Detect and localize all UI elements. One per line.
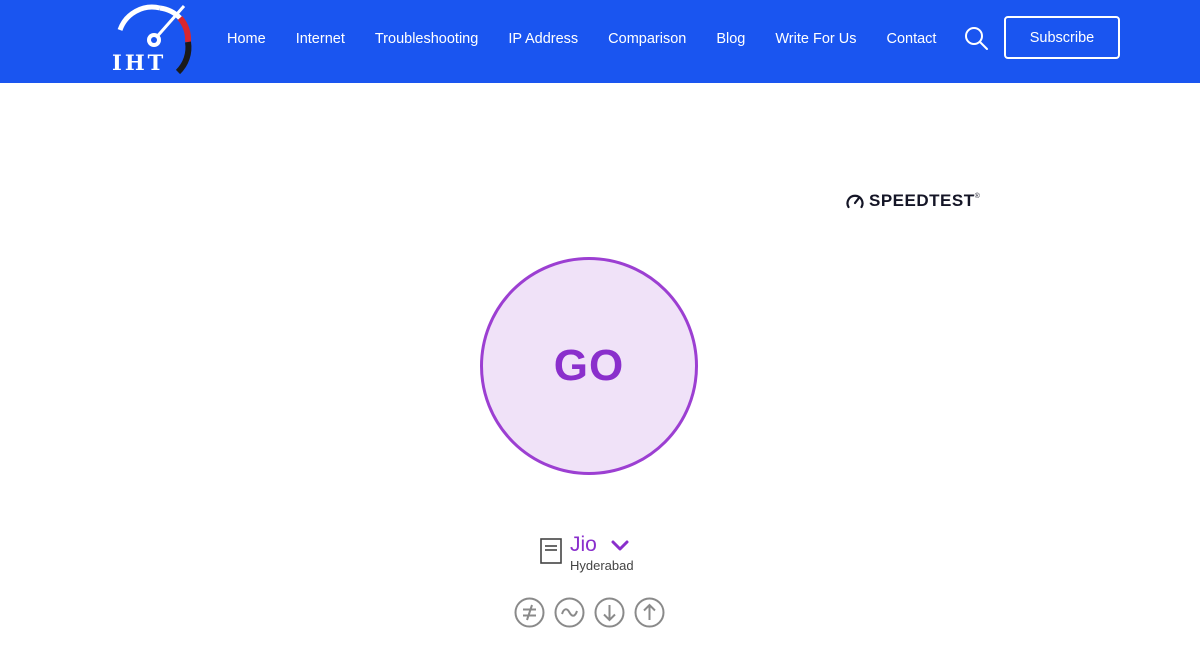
nav-blog[interactable]: Blog xyxy=(701,31,760,47)
nav-troubleshooting[interactable]: Troubleshooting xyxy=(360,31,493,47)
subscribe-button[interactable]: Subscribe xyxy=(1004,16,1120,59)
jitter-icon xyxy=(554,597,585,628)
chevron-down-icon[interactable] xyxy=(610,539,630,553)
main-nav: Home Internet Troubleshooting IP Address… xyxy=(212,0,951,77)
nav-contact[interactable]: Contact xyxy=(871,31,951,47)
search-icon[interactable] xyxy=(963,25,989,51)
site-header: IHT Home Internet Troubleshooting IP Add… xyxy=(0,0,1200,83)
provider-name[interactable]: Jio xyxy=(570,533,597,557)
speedtest-brand[interactable]: SPEEDTEST ® xyxy=(846,191,980,211)
nav-comparison[interactable]: Comparison xyxy=(593,31,701,47)
ping-icon xyxy=(514,597,545,628)
nav-ip-address[interactable]: IP Address xyxy=(493,31,593,47)
nav-write-for-us[interactable]: Write For Us xyxy=(760,31,871,47)
nav-internet[interactable]: Internet xyxy=(281,31,360,47)
speedtest-label: SPEEDTEST xyxy=(869,191,975,210)
speedometer-icon xyxy=(846,194,864,209)
trademark-mark: ® xyxy=(974,193,980,200)
metrics-row xyxy=(514,597,665,628)
upload-icon xyxy=(634,597,665,628)
go-button[interactable]: GO xyxy=(480,257,698,475)
provider-location: Hyderabad xyxy=(570,558,634,573)
logo-text: IHT xyxy=(112,50,167,75)
nav-home[interactable]: Home xyxy=(212,31,281,47)
provider-document-icon xyxy=(540,538,562,564)
download-icon xyxy=(594,597,625,628)
